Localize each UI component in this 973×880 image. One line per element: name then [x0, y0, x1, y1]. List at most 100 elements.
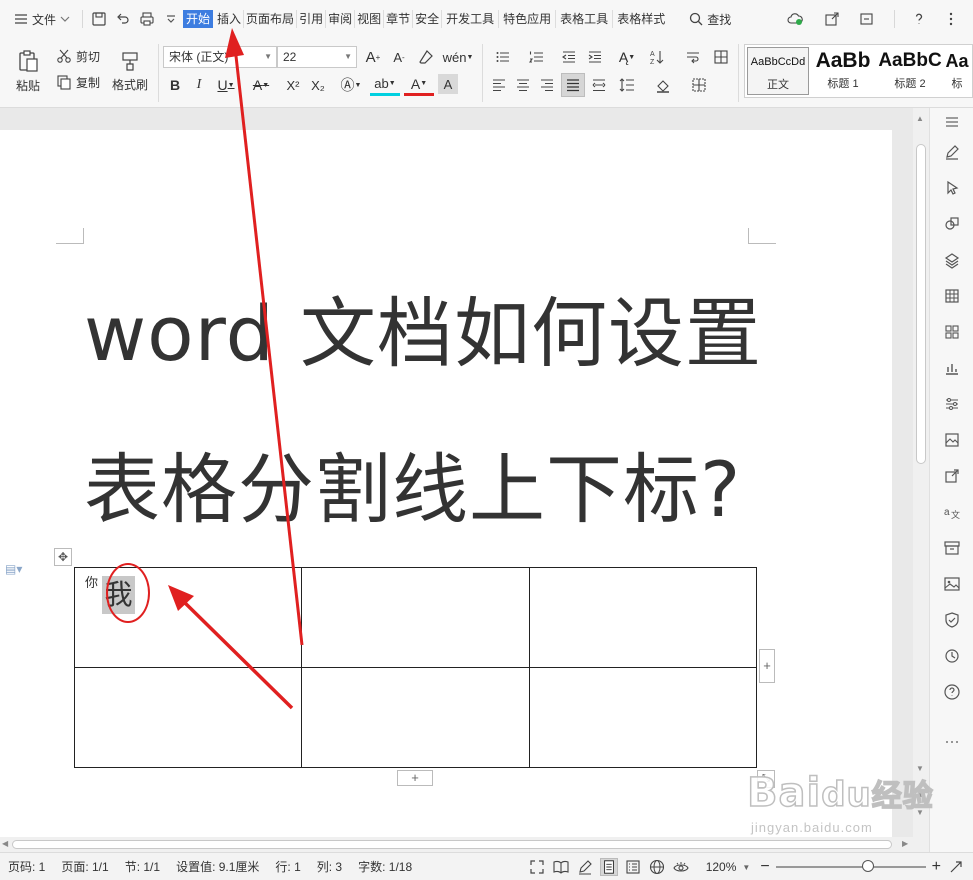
undo-button[interactable]: [111, 7, 135, 31]
font-name-select[interactable]: 宋体 (正文) ▼: [163, 46, 277, 68]
paste-button[interactable]: 粘贴: [8, 44, 48, 98]
add-column-button[interactable]: +: [759, 649, 775, 683]
status-row[interactable]: 行: 1: [267, 858, 308, 875]
borders-button[interactable]: [684, 74, 714, 96]
italic-button[interactable]: I: [188, 74, 210, 96]
tab-references[interactable]: 引用: [297, 10, 327, 28]
table-icon[interactable]: [942, 286, 962, 306]
expand-corner-icon[interactable]: [947, 858, 965, 876]
zoom-in-icon[interactable]: +: [932, 858, 941, 876]
edit-mode-icon[interactable]: [576, 858, 594, 876]
phonetic-guide-button[interactable]: wén ▼: [442, 46, 474, 68]
share-button[interactable]: [820, 7, 844, 31]
cloud-sync-button[interactable]: [778, 7, 812, 31]
status-section[interactable]: 节: 1/1: [117, 858, 168, 875]
align-center-button[interactable]: [512, 74, 534, 96]
export-icon[interactable]: [942, 466, 962, 486]
search-button[interactable]: 查找: [689, 11, 731, 28]
subscript-button[interactable]: X₂: [306, 74, 330, 96]
reading-mode-icon[interactable]: [552, 858, 570, 876]
decrease-indent-button[interactable]: [558, 46, 580, 68]
table-move-handle[interactable]: ✥: [54, 548, 72, 566]
sliders-icon[interactable]: [942, 394, 962, 414]
stack-layers-icon[interactable]: [942, 250, 962, 270]
distributed-align-button[interactable]: [588, 74, 610, 96]
help-button[interactable]: [907, 7, 931, 31]
horizontal-scroll-thumb[interactable]: [12, 840, 892, 849]
tab-insert[interactable]: 插入: [215, 10, 245, 28]
scroll-right-icon[interactable]: ▶: [902, 839, 908, 848]
char-shading-button[interactable]: A: [438, 74, 458, 94]
file-menu[interactable]: 文件: [0, 7, 78, 31]
sort-button[interactable]: AZ: [646, 46, 668, 68]
page-view-icon[interactable]: [599, 858, 618, 876]
collapse-ribbon-button[interactable]: [852, 7, 882, 31]
line-break-toggle-button[interactable]: [678, 46, 708, 68]
copy-button[interactable]: 复制: [56, 72, 100, 92]
bar-chart-icon[interactable]: [942, 358, 962, 378]
tab-page-layout[interactable]: 页面布局: [244, 10, 298, 28]
status-page-number[interactable]: 页码: 1: [0, 858, 53, 875]
zoom-level[interactable]: 120%: [706, 860, 737, 874]
highlight-button[interactable]: ab ▼: [370, 74, 400, 96]
zoom-out-icon[interactable]: −: [760, 858, 769, 876]
numbered-list-button[interactable]: [522, 46, 552, 68]
document-page[interactable]: word 文档如何设置 表格分割线上下标? ✥ 你 我 + + ⤡: [0, 130, 892, 837]
font-color-button[interactable]: A ▼: [404, 74, 434, 96]
more-options-button[interactable]: [939, 7, 963, 31]
table-cell[interactable]: [528, 667, 758, 768]
archive-box-icon[interactable]: [942, 538, 962, 558]
zoom-dropdown-icon[interactable]: ▼: [742, 863, 750, 872]
tab-special-apps[interactable]: 特色应用: [499, 10, 557, 28]
cut-button[interactable]: 剪切: [56, 46, 100, 66]
tab-view[interactable]: 视图: [355, 10, 385, 28]
tab-security[interactable]: 安全: [413, 10, 443, 28]
pen-icon[interactable]: [942, 142, 962, 162]
strikethrough-button[interactable]: A ▼: [246, 74, 276, 96]
style-heading-1[interactable]: AaBb 标题 1: [811, 47, 875, 95]
underline-button[interactable]: U ▼: [212, 74, 240, 96]
style-normal[interactable]: AaBbCcDd 正文: [747, 47, 809, 95]
tab-developer[interactable]: 开发工具: [442, 10, 500, 28]
grid-apps-icon[interactable]: [942, 322, 962, 342]
table-cell[interactable]: [301, 567, 530, 668]
style-heading-2[interactable]: AaBbC 标题 2: [877, 47, 943, 95]
image-doc-icon[interactable]: [942, 430, 962, 450]
tab-home[interactable]: 开始: [183, 10, 214, 28]
eye-protection-icon[interactable]: [672, 858, 690, 876]
shrink-font-button[interactable]: A-: [388, 46, 410, 68]
help-circle-icon[interactable]: [942, 682, 962, 702]
scroll-left-icon[interactable]: ◀: [2, 839, 8, 848]
align-left-button[interactable]: [488, 74, 510, 96]
table-cell[interactable]: [301, 667, 530, 768]
print-button[interactable]: [135, 7, 159, 31]
document-outline-icon[interactable]: ▤▾: [5, 562, 22, 576]
picture-icon[interactable]: [942, 574, 962, 594]
shapes-icon[interactable]: [942, 214, 962, 234]
add-row-button[interactable]: +: [397, 770, 433, 786]
vertical-scrollbar[interactable]: ▲ ▼ ▲ ▼: [913, 108, 929, 837]
zoom-slider-knob[interactable]: [861, 860, 874, 872]
style-heading-3[interactable]: Aa 标: [943, 47, 971, 95]
web-view-icon[interactable]: [648, 858, 666, 876]
text-effect-button[interactable]: Ⓐ ▼: [336, 74, 366, 96]
table-cell[interactable]: [73, 667, 303, 768]
tab-chapter[interactable]: 章节: [384, 10, 414, 28]
bold-button[interactable]: B: [164, 74, 186, 96]
vertical-scroll-thumb[interactable]: [916, 144, 926, 464]
cursor-icon[interactable]: [942, 178, 962, 198]
history-clock-icon[interactable]: [942, 646, 962, 666]
sidebar-menu-icon[interactable]: [942, 112, 962, 132]
superscript-button[interactable]: X²: [282, 74, 304, 96]
clear-format-button[interactable]: [414, 46, 438, 68]
format-painter-button[interactable]: 格式刷: [108, 44, 152, 98]
shield-check-icon[interactable]: [942, 610, 962, 630]
quick-access-more-button[interactable]: [159, 7, 183, 31]
bullet-list-button[interactable]: [488, 46, 518, 68]
scroll-up-icon[interactable]: ▲: [916, 114, 924, 123]
line-spacing-button[interactable]: [612, 74, 642, 96]
fullscreen-icon[interactable]: [528, 858, 546, 876]
shading-button[interactable]: [648, 74, 678, 96]
translate-icon[interactable]: a文: [942, 502, 962, 522]
status-setting-value[interactable]: 设置值: 9.1厘米: [168, 858, 267, 875]
